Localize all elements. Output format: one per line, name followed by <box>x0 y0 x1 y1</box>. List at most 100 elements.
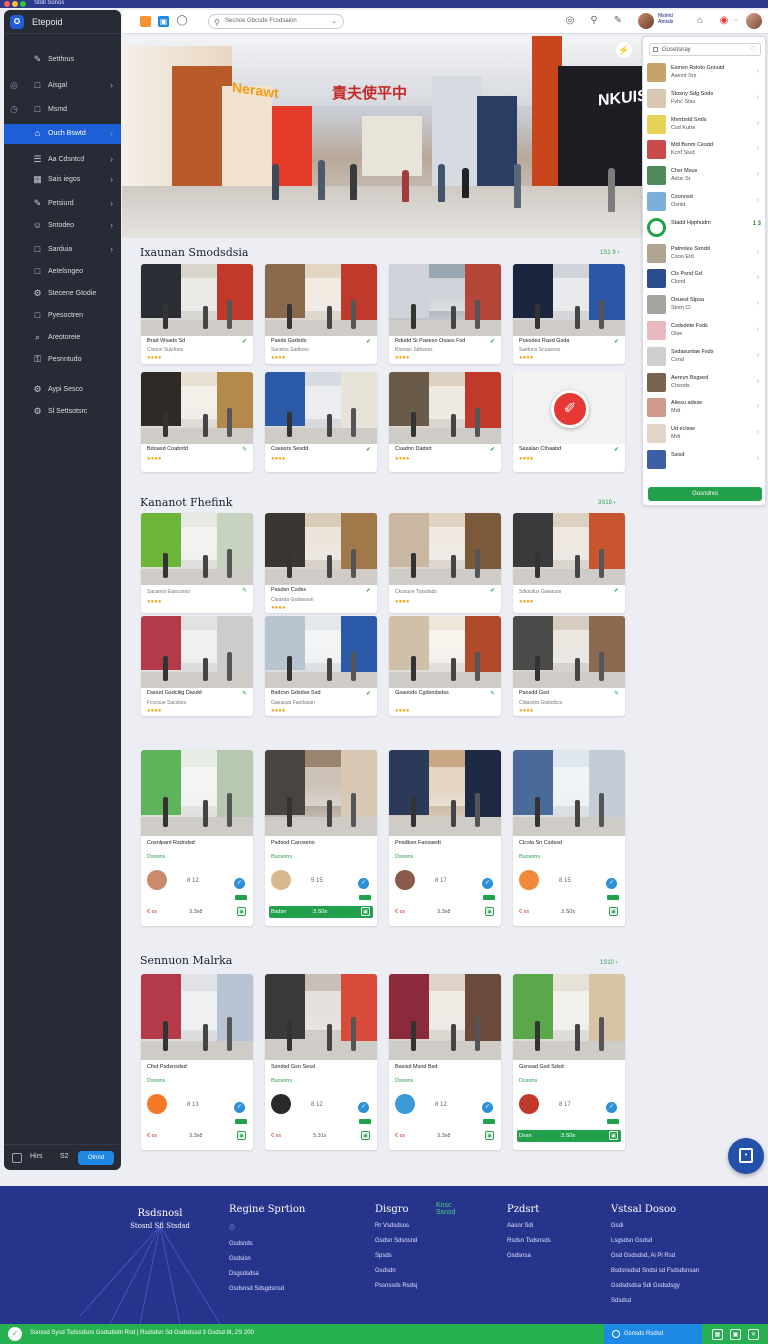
info-icon[interactable]: ✓ <box>482 878 493 889</box>
store-card[interactable]: Pasdsn Csdss ✔ Cisasda Gsdoeaon ●●●● <box>265 513 377 613</box>
panel-list-item[interactable]: Ssdasuntae Fsds Csnd › <box>647 345 763 369</box>
search-icon[interactable]: ⚲ <box>588 15 600 26</box>
panel-action-button[interactable]: Gosndnoi <box>648 487 762 501</box>
panel-list-item[interactable]: Aliesu adsse Mdt › <box>647 396 763 420</box>
footer-link[interactable]: Bsdsnsdsd Sndsi sd Fsdsdsnsan <box>611 1268 699 1274</box>
pen-icon[interactable]: ✎ <box>612 15 624 26</box>
sidebar-item[interactable]: ▦ Sais iegos › <box>4 170 121 190</box>
cart-icon[interactable]: ▣ <box>361 1131 370 1140</box>
sidebar-item[interactable]: □ Sarduia › <box>4 240 121 260</box>
footer-link[interactable]: Rr Vsdsdsos <box>375 1223 417 1229</box>
sidebar-item[interactable]: ⚿ Pesnntudo <box>4 350 121 370</box>
orange-square-icon[interactable] <box>140 16 151 27</box>
sidebar-item[interactable]: ⚙ Aypi Sesco <box>4 380 121 400</box>
panel-list-item[interactable]: Stadd Hpphudm 1 3 <box>647 216 763 240</box>
panel-list-item[interactable]: Chsr Msus Aduc Sr › <box>647 164 763 188</box>
user-block[interactable]: Mslntd Atnsds <box>658 13 673 25</box>
panel-list-item[interactable]: Mdl Bsnm Cesdd Kcnf Siud › <box>647 138 763 162</box>
footer-link[interactable]: Gsdi <box>611 1223 699 1229</box>
target-icon[interactable]: ◎ <box>564 15 576 26</box>
minimize-icon[interactable] <box>12 1 18 7</box>
footer-link[interactable]: Gsdsisn <box>229 1256 305 1262</box>
leaf-icon[interactable]: ◯ <box>176 15 188 26</box>
card-footer[interactable]: Dssn 3.S0s ▣ <box>517 1130 621 1142</box>
info-icon[interactable]: ✓ <box>358 1102 369 1113</box>
store-card[interactable]: ✔ Ckosuoe Tsasdsds ●●●● <box>389 513 501 613</box>
card-footer[interactable]: Bsdsn 3.S0s ▣ <box>269 906 373 918</box>
store-card[interactable]: Bsdcsn Gdsdse Ssd ✔ Gaeasua Fandasan ●●●● <box>265 616 377 716</box>
info-icon[interactable]: ✓ <box>606 1102 617 1113</box>
grid-icon[interactable]: ▦ <box>712 1329 723 1340</box>
sidebar-item[interactable]: ◎ □ Aisgal › <box>4 76 121 96</box>
info-icon[interactable]: ✓ <box>358 878 369 889</box>
footer-link[interactable]: Gsdsnds <box>229 1241 305 1247</box>
product-card[interactable]: Ssndsd Gsn Sesd Bsosons 8 12 ✓ € ss 5.31s ▣ <box>265 974 377 1150</box>
home-icon[interactable]: ⌂ <box>694 15 706 26</box>
footer-link[interactable]: ⓘ <box>229 1223 305 1232</box>
cart-icon[interactable]: ▣ <box>237 907 246 916</box>
sidebar-item[interactable]: ◷ □ Msmd <box>4 100 121 120</box>
panel-search-input[interactable]: Gosetsiray ♡ <box>649 43 761 56</box>
panel-list-item[interactable]: Mvrrbstd Snds Csd Kutre › <box>647 113 763 137</box>
info-icon[interactable]: ✓ <box>234 1102 245 1113</box>
cart-icon[interactable]: ▣ <box>485 1131 494 1140</box>
maximize-icon[interactable] <box>20 1 26 7</box>
status-icon[interactable]: ✓ <box>8 1327 22 1341</box>
panel-list-item[interactable]: Esmsn Rsloto Gnoutd Asemt Srs › <box>647 61 763 85</box>
product-card[interactable]: Clcsla Sn Csdssd Bsosons 8 15 ✓ € ss 3.S0s … <box>513 750 625 926</box>
bolt-icon[interactable]: ⚡ <box>616 42 632 58</box>
footer-link[interactable]: Gsd Gsdsdsd, Ai Pi Rsd <box>611 1253 699 1259</box>
footer-link[interactable]: Rsdsn Tsdsnsds <box>507 1238 551 1244</box>
panel-list-item[interactable]: Stosny Sdg Sods Fvhc Stsu › <box>647 87 763 111</box>
info-icon[interactable]: ✓ <box>234 878 245 889</box>
app-logo-icon[interactable]: ✪ <box>10 14 24 29</box>
product-card[interactable]: Psdsod Caroseno Bsosons 5 15 ✓ Bsdsn 3.S0s … <box>265 750 377 926</box>
panel-list-item[interactable]: Csonosd Osnld › <box>647 190 763 214</box>
card-footer[interactable]: € ss 3.3s8 ▣ <box>393 1130 497 1142</box>
cart-icon[interactable]: ▣ <box>237 1131 246 1140</box>
footer-link[interactable]: Pssnssds Rsdsj <box>375 1283 417 1289</box>
footer-link[interactable]: Gsdsn Sdsnsnd <box>375 1238 417 1244</box>
store-card[interactable]: Gsaoods Cgdsndsdss ✎ ●●●● <box>389 616 501 716</box>
panel-list-item[interactable]: Csdsdete Fsds Olse › <box>647 319 763 343</box>
info-icon[interactable]: ✓ <box>606 878 617 889</box>
store-card[interactable]: ✐ Sasalan Cthaabd ✔ ●●●● <box>513 372 625 472</box>
search-input[interactable]: ⚲ Secnoe Gbcsde Fcsdsaion ⌄ <box>208 14 344 29</box>
product-card[interactable]: Cosnlpanl Rsdndsd Dssons 8 12 ✓ € ss 3.3s8 … <box>141 750 253 926</box>
camera-icon[interactable]: ▣ <box>730 1329 741 1340</box>
panel-list-item[interactable]: Patnnleu Ssndd Csoo Etd › <box>647 242 763 266</box>
sidebar-item[interactable]: □ Aetelsngeo <box>4 262 121 282</box>
store-card[interactable]: Rdudd Si Paseso Osass Fsd ✔ Kheosn Sdbsoss… <box>389 264 501 364</box>
sidebar-item[interactable]: ⚙ Sl Settsotsrc <box>4 402 121 422</box>
cart-icon[interactable]: ▣ <box>485 907 494 916</box>
store-card[interactable]: Cseasrs Sesdd ✔ ●●●● <box>265 372 377 472</box>
product-card[interactable]: Basisd Msnd Bsd Dssons 8 12 ✓ € ss 3.3s8 ▣ <box>389 974 501 1150</box>
info-icon[interactable]: ✓ <box>482 1102 493 1113</box>
sidebar-item[interactable]: ✎ Setthrus <box>4 50 121 70</box>
heart-icon[interactable]: ♡ <box>750 44 756 56</box>
notification-icon[interactable]: ◉ <box>718 15 730 26</box>
sidebar-footer-button[interactable]: Otnnd <box>78 1151 114 1165</box>
sidebar-item[interactable]: ☰ Aa Cdsntcd › <box>4 150 121 170</box>
panel-list-item[interactable]: Ssisd › <box>647 448 763 472</box>
floating-action-button[interactable]: • <box>728 1138 764 1174</box>
app-square-icon[interactable]: ▣ <box>158 16 169 27</box>
store-card[interactable]: Pasds Gsdsds ✔ Sacelos Sadbors ●●●● <box>265 264 377 364</box>
footer-link[interactable]: Sdsdsd <box>611 1298 699 1304</box>
avatar[interactable] <box>638 13 654 29</box>
footer-link[interactable]: Dsgsdsdsa <box>229 1271 305 1277</box>
footer-link[interactable]: Gsdsdn <box>375 1268 417 1274</box>
card-footer[interactable]: € ss 3.3s8 ▣ <box>145 906 249 918</box>
store-card[interactable]: Puesdes Rasd Gsda ✔ Saetuns Scuasoss ●●●● <box>513 264 625 364</box>
product-card[interactable]: Pnsdbsn Fansaedt Dssons 8 17 ✓ € ss 3.3s8 ▣ <box>389 750 501 926</box>
cart-icon[interactable]: ▣ <box>361 907 370 916</box>
footer-link[interactable]: Aasnr Sdi <box>507 1223 551 1229</box>
panel-list-item[interactable]: Osuest Stpsa Stom Cl › <box>647 293 763 317</box>
footer-link[interactable]: Lsgsdsn Gsdsd <box>611 1238 699 1244</box>
sidebar-item[interactable]: ⚙ Stecene Gtodie <box>4 284 121 304</box>
sidebar-item[interactable]: ✎ Petsiurd › <box>4 194 121 214</box>
chevron-down-icon[interactable]: ⌄ <box>730 15 742 23</box>
store-card[interactable]: Csadnn Dadsrt ✔ ●●●● <box>389 372 501 472</box>
chevron-down-icon[interactable]: ⌄ <box>331 15 337 28</box>
product-card[interactable]: Cfsd Psdsnsdsd Dssons 8 13 ✓ € ss 3.3s8 ▣ <box>141 974 253 1150</box>
